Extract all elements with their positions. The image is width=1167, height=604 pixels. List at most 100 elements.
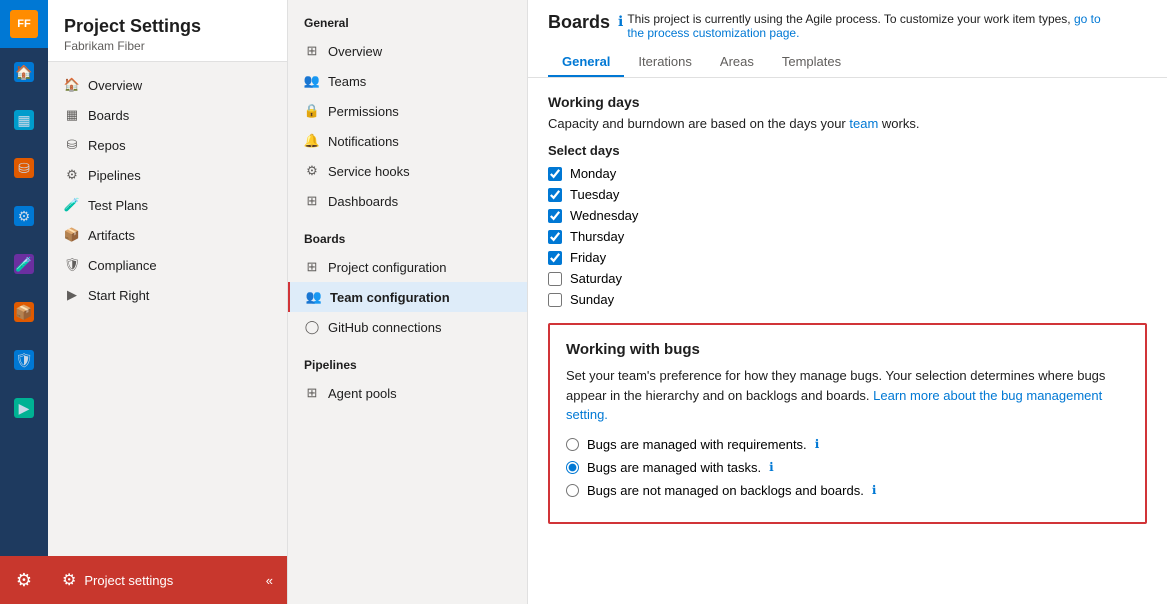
nav-overview[interactable]: 🏠 <box>0 48 48 96</box>
settings-item-github[interactable]: ◯ GitHub connections <box>288 312 527 342</box>
sp-item-start-right[interactable]: ▶ Start Right <box>48 280 287 310</box>
nav-artifacts[interactable]: 📦 <box>0 288 48 336</box>
pipelines-section-label: Pipelines <box>288 342 527 378</box>
settings-permissions-icon: 🔒 <box>304 103 320 119</box>
checkbox-saturday[interactable] <box>548 272 562 286</box>
sp-item-pipelines[interactable]: ⚙ Pipelines <box>48 160 287 190</box>
settings-item-label: Overview <box>328 44 382 59</box>
settings-service-hooks-icon: ⚙ <box>304 163 320 179</box>
sp-start-right-icon: ▶ <box>64 287 80 303</box>
sp-item-label: Test Plans <box>88 198 148 213</box>
nav-pipelines[interactable]: ⚙ <box>0 192 48 240</box>
second-panel-header: Project Settings Fabrikam Fiber <box>48 0 287 62</box>
sp-item-boards[interactable]: ▦ Boards <box>48 100 287 130</box>
settings-icon: ⚙ <box>16 570 32 591</box>
day-friday: Friday <box>548 250 1147 265</box>
project-settings-bottom[interactable]: ⚙ Project settings « <box>48 556 287 604</box>
checkbox-friday[interactable] <box>548 251 562 265</box>
checkbox-wednesday[interactable] <box>548 209 562 223</box>
settings-project-config-icon: ⊞ <box>304 259 320 275</box>
settings-item-label: Teams <box>328 74 366 89</box>
bug-section-desc: Set your team's preference for how they … <box>566 366 1129 425</box>
settings-item-dashboards[interactable]: ⊞ Dashboards <box>288 186 527 216</box>
nav-boards[interactable]: ▦ <box>0 96 48 144</box>
sp-item-test-plans[interactable]: 🧪 Test Plans <box>48 190 287 220</box>
settings-item-label: Dashboards <box>328 194 398 209</box>
settings-item-service-hooks[interactable]: ⚙ Service hooks <box>288 156 527 186</box>
tab-iterations[interactable]: Iterations <box>624 48 705 77</box>
settings-item-label: Team configuration <box>330 290 450 305</box>
bug-learn-more-link[interactable]: Learn more about the bug management sett… <box>566 388 1102 423</box>
radio-requirements[interactable] <box>566 438 579 451</box>
settings-item-notifications[interactable]: 🔔 Notifications <box>288 126 527 156</box>
settings-item-label: Service hooks <box>328 164 410 179</box>
day-label-tuesday: Tuesday <box>570 187 619 202</box>
settings-item-overview[interactable]: ⊞ Overview <box>288 36 527 66</box>
radio-not-managed[interactable] <box>566 484 579 497</box>
tab-templates[interactable]: Templates <box>768 48 855 77</box>
artifacts-icon: 📦 <box>14 302 34 322</box>
settings-overview-icon: ⊞ <box>304 43 320 59</box>
sp-item-repos[interactable]: ⛁ Repos <box>48 130 287 160</box>
info-link[interactable]: go to the process customization page. <box>627 12 1100 40</box>
radio-tasks[interactable] <box>566 461 579 474</box>
main-header-top: Boards ℹ This project is currently using… <box>548 12 1147 40</box>
second-panel-body: 🏠 Overview ▦ Boards ⛁ Repos ⚙ Pipelines … <box>48 62 287 556</box>
sp-item-label: Boards <box>88 108 129 123</box>
sp-item-label: Compliance <box>88 258 157 273</box>
settings-item-teams[interactable]: 👥 Teams <box>288 66 527 96</box>
nav-repos[interactable]: ⛁ <box>0 144 48 192</box>
second-panel-title: Project Settings <box>64 16 271 37</box>
day-label-sunday: Sunday <box>570 292 614 307</box>
nav-compliance[interactable]: 🛡 <box>0 336 48 384</box>
day-sunday: Sunday <box>548 292 1147 307</box>
team-link[interactable]: team <box>849 116 878 131</box>
sp-repos-icon: ⛁ <box>64 137 80 153</box>
bug-option-requirements: Bugs are managed with requirements. ℹ <box>566 437 1129 452</box>
checkbox-tuesday[interactable] <box>548 188 562 202</box>
org-header[interactable]: FF <box>0 0 48 48</box>
second-panel-subtitle: Fabrikam Fiber <box>64 39 271 53</box>
general-section-label: General <box>288 0 527 36</box>
bug-option-tasks-label: Bugs are managed with tasks. <box>587 460 761 475</box>
sp-pipelines-icon: ⚙ <box>64 167 80 183</box>
settings-item-permissions[interactable]: 🔒 Permissions <box>288 96 527 126</box>
bug-section-title: Working with bugs <box>566 341 1129 358</box>
nav-test-plans[interactable]: 🧪 <box>0 240 48 288</box>
project-settings-label: Project settings <box>84 573 173 588</box>
settings-item-label: Agent pools <box>328 386 397 401</box>
info-icon: ℹ <box>618 13 623 30</box>
day-label-monday: Monday <box>570 166 616 181</box>
settings-item-project-config[interactable]: ⊞ Project configuration <box>288 252 527 282</box>
bug-not-managed-info-icon: ℹ <box>872 483 877 497</box>
settings-item-team-config[interactable]: 👥 Team configuration <box>288 282 527 312</box>
sp-item-label: Overview <box>88 78 142 93</box>
sp-item-overview[interactable]: 🏠 Overview <box>48 70 287 100</box>
sp-artifacts-icon: 📦 <box>64 227 80 243</box>
day-thursday: Thursday <box>548 229 1147 244</box>
tab-general[interactable]: General <box>548 48 624 77</box>
checkbox-monday[interactable] <box>548 167 562 181</box>
boards-icon: ▦ <box>14 110 34 130</box>
settings-item-agent-pools[interactable]: ⊞ Agent pools <box>288 378 527 408</box>
nav-project-settings[interactable]: ⚙ <box>0 556 48 604</box>
sp-item-artifacts[interactable]: 📦 Artifacts <box>48 220 287 250</box>
sp-item-compliance[interactable]: 🛡 Compliance <box>48 250 287 280</box>
second-panel: Project Settings Fabrikam Fiber 🏠 Overvi… <box>48 0 288 604</box>
tab-areas[interactable]: Areas <box>706 48 768 77</box>
day-saturday: Saturday <box>548 271 1147 286</box>
org-avatar: FF <box>10 10 38 38</box>
checkbox-thursday[interactable] <box>548 230 562 244</box>
settings-teams-icon: 👥 <box>304 73 320 89</box>
bug-requirements-info-icon: ℹ <box>815 437 820 451</box>
day-label-wednesday: Wednesday <box>570 208 638 223</box>
start-right-icon: ▶ <box>14 398 34 418</box>
main-content: Boards ℹ This project is currently using… <box>528 0 1167 604</box>
sp-overview-icon: 🏠 <box>64 77 80 93</box>
nav-start-right[interactable]: ▶ <box>0 384 48 432</box>
sp-boards-icon: ▦ <box>64 107 80 123</box>
checkbox-sunday[interactable] <box>548 293 562 307</box>
sp-item-label: Artifacts <box>88 228 135 243</box>
settings-item-label: Permissions <box>328 104 399 119</box>
overview-icon: 🏠 <box>14 62 34 82</box>
